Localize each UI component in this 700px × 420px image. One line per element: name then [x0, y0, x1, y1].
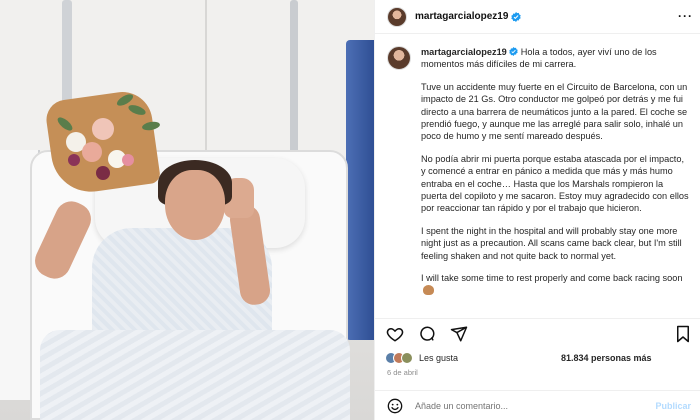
purple-flower — [68, 154, 80, 166]
avatar[interactable] — [387, 6, 407, 27]
username-link[interactable]: martagarcialopez19 — [415, 11, 508, 22]
post-date[interactable]: 6 de abril — [387, 368, 418, 377]
post-detail-panel: martagarcialopez19 ··· martagarcialopez1… — [374, 0, 700, 420]
pink-flower — [122, 154, 134, 166]
likes-summary[interactable]: Les gusta 81.834 personas más — [385, 349, 695, 367]
emoji-icon[interactable] — [385, 396, 405, 416]
heart-icon[interactable] — [385, 324, 405, 344]
liker-avatars — [385, 352, 413, 364]
caption-closing: I will take some time to rest properly a… — [421, 273, 683, 284]
comment-bar: Publicar — [375, 390, 700, 420]
publish-button[interactable]: Publicar — [655, 401, 691, 411]
caption-text: martagarcialopez19 Hola a todos, ayer viv… — [421, 46, 691, 307]
send-icon[interactable] — [449, 324, 469, 344]
post-actions — [375, 318, 700, 348]
caption-row: martagarcialopez19 Hola a todos, ayer viv… — [387, 46, 691, 307]
wall-seam — [205, 0, 207, 155]
caption-paragraph: No podía abrir mi puerta porque estaba a… — [421, 153, 689, 214]
blue-door — [346, 40, 374, 340]
post-photo[interactable] — [0, 0, 374, 420]
rose-flower — [82, 142, 102, 162]
likes-label: Les gusta — [419, 353, 459, 363]
username-link[interactable]: martagarcialopez19 — [421, 47, 507, 57]
comment-icon[interactable] — [417, 324, 437, 344]
rose-flower — [92, 118, 114, 140]
blanket — [40, 330, 350, 420]
flexed-arm-emoji — [423, 284, 434, 295]
more-options-icon[interactable]: ··· — [678, 9, 693, 23]
face — [165, 170, 225, 240]
avatar[interactable] — [387, 46, 411, 70]
bed-pole — [290, 0, 298, 170]
likes-count[interactable]: 81.834 personas más — [561, 353, 652, 363]
caption-scroll-area[interactable]: martagarcialopez19 Hola a todos, ayer viv… — [375, 34, 700, 312]
caption-paragraph: Tuve un accidente muy fuerte en el Circu… — [421, 81, 688, 142]
purple-flower — [96, 166, 110, 180]
caption-paragraph: I spent the night in the hospital and wi… — [421, 225, 682, 261]
post-header: martagarcialopez19 ··· — [375, 0, 700, 34]
caption-paragraph: I will take some time to rest properly a… — [421, 272, 691, 297]
avatar — [401, 352, 413, 364]
caption-paragraph: martagarcialopez19 Hola a todos, ayer viv… — [421, 46, 691, 71]
verified-badge-icon — [511, 11, 522, 22]
bookmark-icon[interactable] — [673, 324, 693, 344]
comment-input[interactable] — [415, 400, 615, 411]
verified-badge-icon — [509, 47, 518, 56]
